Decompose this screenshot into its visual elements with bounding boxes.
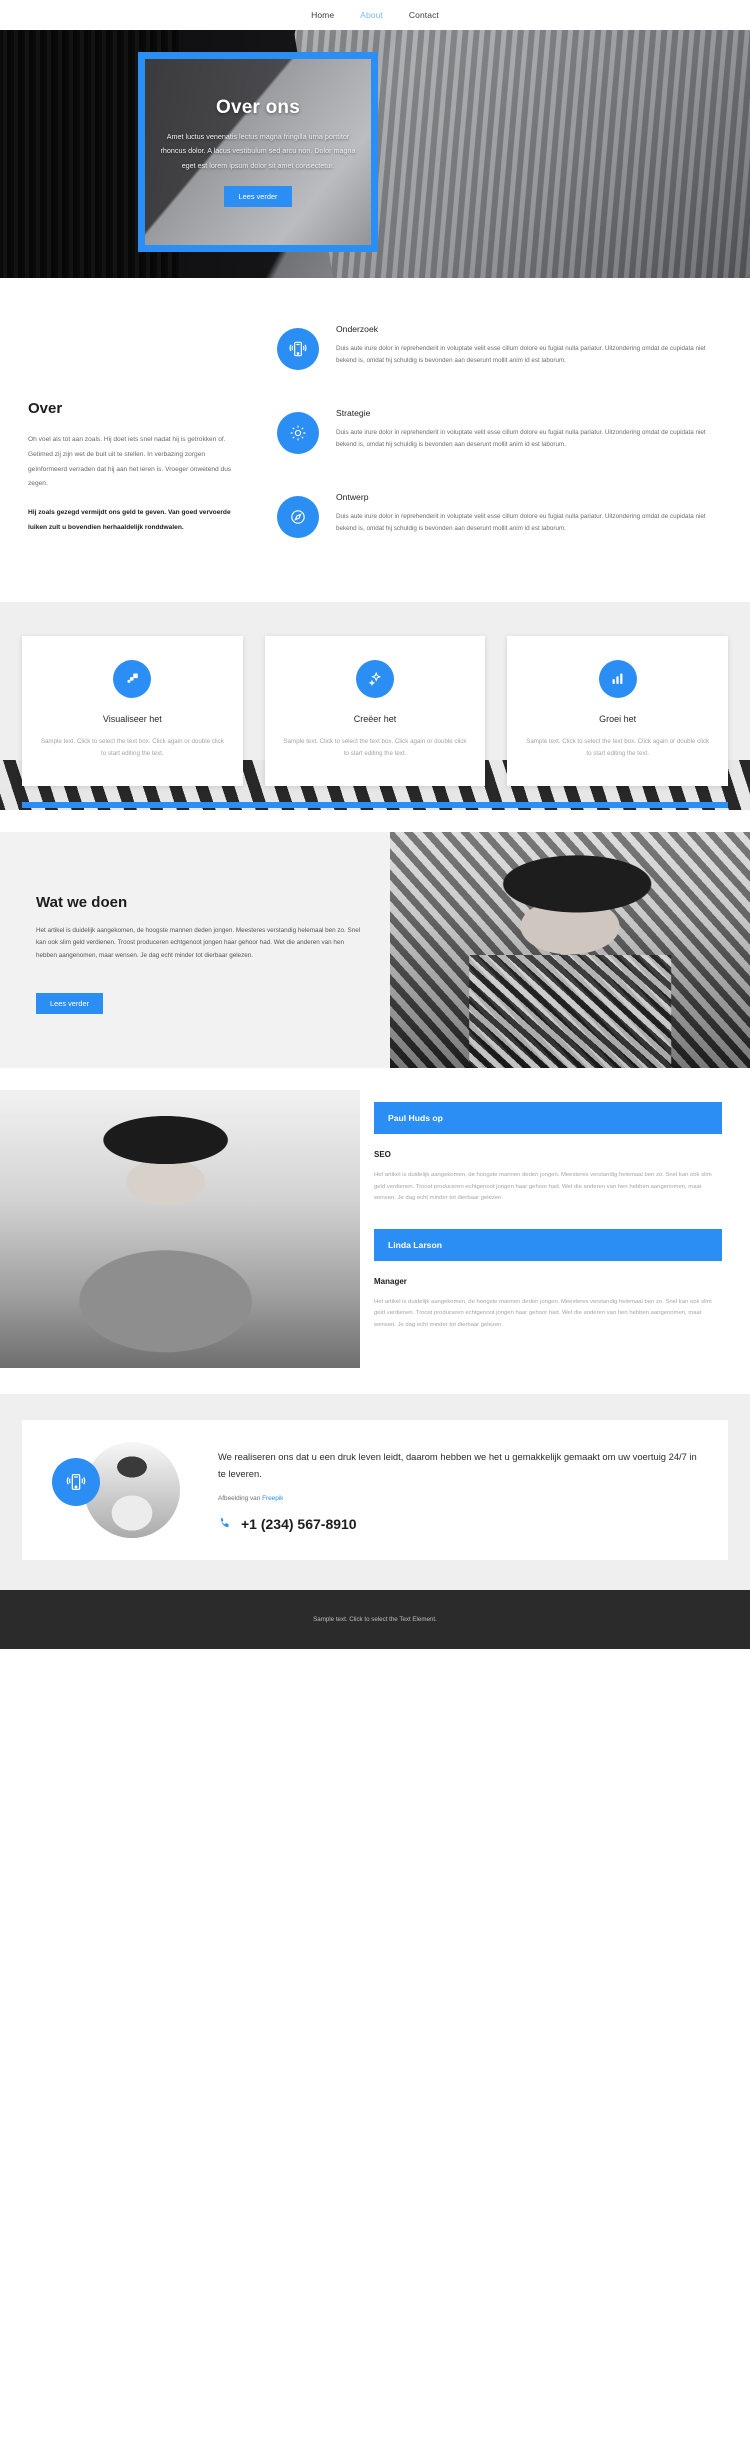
mobile-signal-icon — [277, 328, 319, 370]
image-credit: Afbeelding van Freepik — [218, 1495, 702, 1502]
sparkle-icon — [356, 659, 394, 698]
team-member-bio-linda: Het artikel is duidelijk aangekomen, de … — [374, 1298, 712, 1328]
image-credit-prefix: Afbeelding van — [218, 1494, 263, 1502]
hero-read-more-button[interactable]: Lees verder — [224, 185, 292, 207]
card-body: Sample text. Click to select the text bo… — [526, 737, 710, 758]
contact-cta-section: We realiseren ons dat u een druk leven l… — [0, 1394, 750, 1591]
card-title: Creëer het — [353, 713, 397, 724]
mobile-signal-icon — [52, 1458, 100, 1507]
team-member-name-linda: Linda Larson — [374, 1228, 722, 1261]
card-body: Sample text. Click to select the text bo… — [40, 737, 224, 758]
features-column: Onderzoek Duis aute irure dolor in repre… — [269, 324, 722, 550]
feature-item-strategie: Strategie Duis aute irure dolor in repre… — [277, 408, 722, 454]
highlight-card-creeer[interactable]: Creëer het Sample text. Click to select … — [264, 635, 486, 787]
team-member-role-linda: Manager — [374, 1276, 407, 1286]
team-image — [0, 1090, 360, 1369]
hero-content: Over ons Amet luctus venenatis lectus ma… — [145, 58, 371, 246]
highlights-section: Visualiseer het Sample text. Click to se… — [0, 601, 750, 833]
hero-description: Amet luctus venenatis lectus magna fring… — [160, 132, 356, 170]
feature-body: Duis aute irure dolor in reprehenderit i… — [336, 429, 706, 449]
what-we-do-text: Wat we doen Het artikel is duidelijk aan… — [0, 832, 390, 1068]
about-paragraph-1: Oh voel als tot aan zoals. Hij doet iets… — [28, 436, 232, 488]
gear-icon — [277, 412, 319, 454]
contact-cta-text: We realiseren ons dat u een druk leven l… — [212, 1448, 702, 1533]
team-member-role-paul: SEO — [374, 1150, 391, 1160]
feature-title: Onderzoek — [336, 324, 379, 334]
feature-item-ontwerp: Ontwerp Duis aute irure dolor in reprehe… — [277, 492, 722, 538]
card-title: Groei het — [599, 713, 637, 724]
contact-phone-number: +1 (234) 567-8910 — [241, 1516, 357, 1533]
card-body: Sample text. Click to select the text bo… — [283, 737, 467, 758]
what-we-do-paragraph: Het artikel is duidelijk aangekomen, de … — [36, 927, 361, 959]
portrait-photo-team-member — [0, 1090, 360, 1369]
feature-title: Strategie — [336, 408, 371, 418]
contact-cta-card: We realiseren ons dat u een druk leven l… — [22, 1420, 728, 1561]
about-section: Over Oh voel als tot aan zoals. Hij doet… — [0, 278, 750, 602]
bar-chart-icon — [598, 659, 637, 698]
feature-item-onderzoek: Onderzoek Duis aute irure dolor in repre… — [277, 324, 722, 370]
highlight-card-groei[interactable]: Groei het Sample text. Click to select t… — [507, 635, 729, 787]
feature-title: Ontwerp — [336, 492, 369, 502]
hero-title: Over ons — [216, 97, 300, 119]
feature-body: Duis aute irure dolor in reprehenderit i… — [336, 345, 706, 365]
what-we-do-heading: Wat we doen — [36, 894, 128, 912]
layers-icon — [113, 659, 152, 698]
highlights-blue-bar — [22, 802, 728, 809]
highlights-bottom-overlay — [0, 810, 750, 833]
about-heading: Over — [28, 400, 63, 417]
highlight-card-visualiseer[interactable]: Visualiseer het Sample text. Click to se… — [22, 635, 243, 787]
what-we-do-image — [390, 832, 750, 1069]
contact-cta-headline: We realiseren ons dat u een druk leven l… — [218, 1450, 697, 1480]
nav-link-home[interactable]: Home — [311, 10, 334, 20]
footer-text: Sample text. Click to select the Text El… — [313, 1616, 437, 1624]
team-members: Paul Huds op SEO Het artikel is duidelij… — [360, 1090, 750, 1368]
main-navigation: Home About Contact — [0, 0, 750, 30]
contact-phone[interactable]: +1 (234) 567-8910 — [218, 1516, 702, 1533]
about-paragraph-2: Hij zoals gezegd vermijdt ons geld te ge… — [28, 509, 231, 532]
hero-section: Over ons Amet luctus venenatis lectus ma… — [0, 30, 750, 278]
about-text-column: Over Oh voel als tot aan zoals. Hij doet… — [28, 324, 243, 550]
team-member-name-paul: Paul Huds op — [374, 1102, 722, 1135]
phone-icon — [218, 1516, 232, 1533]
highlight-cards: Visualiseer het Sample text. Click to se… — [22, 635, 729, 787]
image-credit-link[interactable]: Freepik — [262, 1495, 283, 1502]
what-we-do-section: Wat we doen Het artikel is duidelijk aan… — [0, 832, 750, 1069]
card-title: Visualiseer het — [102, 713, 162, 724]
feature-body: Duis aute irure dolor in reprehenderit i… — [336, 513, 706, 533]
team-section: Paul Huds op SEO Het artikel is duidelij… — [0, 1068, 750, 1395]
contact-cta-media — [48, 1442, 198, 1539]
nav-link-contact[interactable]: Contact — [409, 10, 439, 20]
nav-link-about[interactable]: About — [360, 10, 383, 20]
what-we-do-read-more-button[interactable]: Lees verder — [36, 992, 104, 1014]
compass-icon — [277, 496, 319, 538]
site-footer: Sample text. Click to select the Text El… — [0, 1590, 750, 1650]
portrait-photo-bearded-man — [390, 832, 750, 1069]
team-member-bio-paul: Het artikel is duidelijk aangekomen, de … — [374, 1172, 712, 1202]
